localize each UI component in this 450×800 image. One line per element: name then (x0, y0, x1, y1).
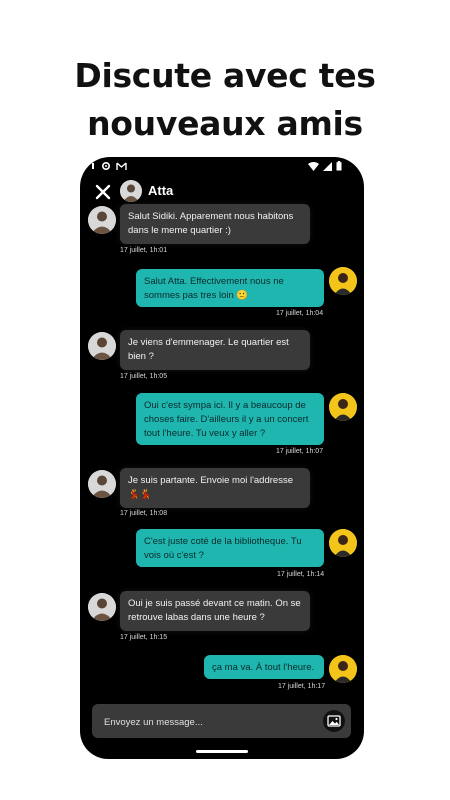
message-text: Je viens d'emmenager. Le quartier est bi… (128, 337, 289, 362)
message-text: Salut Sidiki. Apparement nous habitons d… (128, 211, 294, 236)
image-icon (327, 715, 341, 727)
close-icon[interactable] (92, 181, 114, 203)
wifi-icon (308, 161, 319, 171)
message-bubble-incoming[interactable]: Oui je suis passé devant ce matin. On se… (120, 591, 310, 631)
message-timestamp: 17 juillet, 1h:04 (276, 310, 324, 317)
self-avatar (329, 655, 357, 683)
headline: Discute avec tes nouveaux amis (0, 52, 450, 148)
headline-line-2: nouveaux amis (87, 104, 363, 143)
gmail-icon (116, 161, 127, 170)
contact-avatar (88, 332, 116, 360)
message-bubble-outgoing[interactable]: Salut Atta. Effectivement nous ne sommes… (136, 269, 324, 307)
message-text: Oui c'est sympa ici. Il y a beaucoup de … (144, 400, 309, 439)
gear-icon (101, 161, 111, 171)
message-timestamp: 17 juillet, 1h:01 (120, 247, 168, 254)
status-bar (80, 157, 364, 177)
contact-name[interactable]: Atta (148, 183, 173, 198)
signal-icon (323, 161, 332, 171)
contact-avatar (88, 206, 116, 234)
home-indicator[interactable] (196, 750, 248, 753)
message-text: Je suis partante. Envoie moi l'addresse … (128, 475, 293, 500)
message-timestamp: 17 juillet, 1h:05 (120, 373, 168, 380)
contact-avatar[interactable] (120, 180, 142, 202)
message-timestamp: 17 juillet, 1h:08 (120, 510, 168, 517)
battery-icon (336, 161, 342, 171)
chat-app-bar: Atta (80, 179, 364, 207)
headline-line-1: Discute avec tes (74, 56, 376, 95)
message-timestamp: 17 juillet, 1h:14 (277, 571, 325, 578)
self-avatar (329, 529, 357, 557)
message-timestamp: 17 juillet, 1h:07 (276, 448, 324, 455)
attach-image-button[interactable] (323, 710, 345, 732)
message-text: Oui je suis passé devant ce matin. On se… (128, 598, 301, 623)
message-bubble-outgoing[interactable]: ça ma va. À tout l'heure. (204, 655, 324, 679)
message-bubble-incoming[interactable]: Je viens d'emmenager. Le quartier est bi… (120, 330, 310, 370)
message-composer (92, 704, 351, 738)
message-bubble-incoming[interactable]: Je suis partante. Envoie moi l'addresse … (120, 468, 310, 508)
message-text: Salut Atta. Effectivement nous ne sommes… (144, 276, 284, 301)
contact-avatar (88, 470, 116, 498)
phone-frame: Atta Salut Sidiki. Apparement nous habit… (80, 157, 364, 759)
message-text: C'est juste coté de la bibliotheque. Tu … (144, 536, 302, 561)
message-text: ça ma va. À tout l'heure. (212, 662, 315, 673)
message-timestamp: 17 juillet, 1h:17 (278, 683, 326, 690)
self-avatar (329, 393, 357, 421)
message-input[interactable] (102, 711, 316, 733)
message-bubble-incoming[interactable]: Salut Sidiki. Apparement nous habitons d… (120, 204, 310, 244)
status-dot (92, 163, 94, 169)
contact-avatar (88, 593, 116, 621)
message-bubble-outgoing[interactable]: Oui c'est sympa ici. Il y a beaucoup de … (136, 393, 324, 445)
message-timestamp: 17 juillet, 1h:15 (120, 634, 168, 641)
self-avatar (329, 267, 357, 295)
message-bubble-outgoing[interactable]: C'est juste coté de la bibliotheque. Tu … (136, 529, 324, 567)
